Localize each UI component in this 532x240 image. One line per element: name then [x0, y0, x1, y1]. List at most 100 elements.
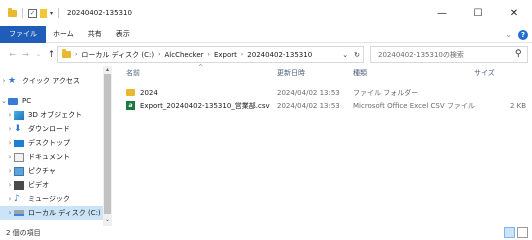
folder-icon — [8, 7, 17, 17]
folder-icon — [62, 49, 71, 58]
nav-label: ダウンロード — [28, 125, 70, 133]
chevron-right-icon[interactable]: › — [6, 125, 14, 133]
document-icon — [14, 152, 24, 162]
scroll-down-icon[interactable]: ⌄ — [103, 216, 112, 223]
chevron-right-icon[interactable]: › — [6, 195, 14, 203]
search-icon[interactable]: ⚲ — [515, 49, 522, 59]
3d-objects-icon — [14, 110, 24, 120]
back-button[interactable]: ← — [6, 50, 19, 59]
nav-scrollbar[interactable]: ▴ ⌄ — [103, 66, 112, 226]
csv-file-icon: a — [126, 101, 135, 110]
properties-icon[interactable]: ✓ — [28, 8, 37, 18]
nav-item-local-disk[interactable]: › ローカル ディスク (C:) — [0, 206, 103, 220]
column-header-type[interactable]: 種類 — [353, 66, 367, 80]
nav-item-downloads[interactable]: › ⬇ ダウンロード — [6, 122, 70, 136]
refresh-icon[interactable]: ↻ — [354, 51, 360, 59]
column-header-size[interactable]: サイズ — [474, 66, 495, 80]
nav-item-documents[interactable]: › ドキュメント — [6, 150, 70, 164]
chevron-right-icon[interactable]: › — [6, 153, 14, 161]
chevron-right-icon[interactable]: › — [6, 167, 14, 175]
scrollbar-thumb[interactable] — [104, 74, 111, 214]
customize-toolbar-icon[interactable]: ▾ — [50, 10, 53, 17]
forward-button[interactable]: → — [19, 50, 32, 59]
chevron-right-icon[interactable]: › — [6, 209, 14, 217]
nav-item-pc[interactable]: ⌄ PC — [0, 94, 31, 108]
sort-ascending-icon: ^ — [198, 64, 204, 71]
file-size: 2 KB — [510, 101, 527, 110]
star-icon: ★ — [8, 75, 17, 86]
desktop-icon — [14, 139, 24, 147]
nav-label: 3D オブジェクト — [28, 111, 83, 119]
video-icon — [14, 180, 24, 190]
download-icon: ⬇ — [14, 123, 22, 134]
folder-icon — [126, 89, 135, 96]
breadcrumb-local-disk[interactable]: ローカル ディスク (C:) — [81, 50, 154, 60]
new-folder-icon[interactable] — [40, 8, 47, 18]
file-type: ファイル フォルダー — [353, 88, 419, 97]
file-type: Microsoft Office Excel CSV ファイル — [353, 101, 475, 110]
column-header-name[interactable]: 名前 — [126, 66, 140, 80]
chevron-right-icon[interactable]: › — [241, 51, 243, 58]
divider — [58, 8, 60, 18]
column-header-modified[interactable]: 更新日時 — [277, 66, 305, 80]
chevron-right-icon[interactable]: › — [208, 51, 210, 58]
breadcrumb-export[interactable]: Export — [214, 51, 237, 59]
minimize-button[interactable]: — — [424, 0, 460, 26]
file-name-cell: a Export_20240402-135310_営業部.csv — [126, 99, 270, 112]
details-view-icon[interactable] — [504, 227, 515, 238]
chevron-right-icon[interactable]: › — [6, 111, 14, 119]
nav-label: PC — [22, 97, 32, 105]
chevron-right-icon[interactable]: › — [6, 139, 14, 147]
nav-label: ビデオ — [28, 181, 49, 189]
search-input[interactable]: 20240402-135310の検索 ⚲ — [370, 46, 528, 63]
tab-view[interactable]: 表示 — [109, 26, 137, 43]
address-bar[interactable]: › ローカル ディスク (C:) › AlcChecker › Export ›… — [57, 46, 364, 63]
nav-label: ドキュメント — [28, 153, 70, 161]
pictures-icon — [14, 166, 24, 176]
nav-label: デスクトップ — [28, 139, 70, 147]
breadcrumb-current[interactable]: 20240402-135310 — [247, 51, 312, 59]
expand-ribbon-icon[interactable]: ⌄ — [505, 30, 512, 39]
title-bar: ✓ ▾ 20240402-135310 — ☐ ✕ — [0, 0, 532, 26]
close-button[interactable]: ✕ — [496, 0, 532, 26]
item-count: 2 個の項目 — [6, 229, 41, 237]
chevron-right-icon[interactable]: › — [0, 77, 8, 85]
nav-item-videos[interactable]: › ビデオ — [6, 178, 49, 192]
chevron-right-icon[interactable]: › — [6, 181, 14, 189]
tab-file[interactable]: ファイル — [0, 25, 46, 43]
ribbon-tabs: ファイル ホーム 共有 表示 ⌄ ? — [0, 25, 532, 43]
navigation-pane: › ★ クイック アクセス ⌄ PC › 3D オブジェクト › ⬇ ダウンロー… — [0, 66, 112, 226]
nav-label: クイック アクセス — [22, 77, 80, 85]
window-title: 20240402-135310 — [67, 9, 132, 17]
search-placeholder: 20240402-135310の検索 — [378, 50, 464, 59]
nav-item-3d-objects[interactable]: › 3D オブジェクト — [6, 108, 82, 122]
chevron-down-icon[interactable]: ⌄ — [0, 97, 8, 105]
music-icon: ♪ — [14, 193, 20, 204]
nav-label: ローカル ディスク (C:) — [28, 209, 101, 217]
scroll-up-icon[interactable]: ▴ — [103, 66, 112, 73]
drive-icon — [14, 210, 24, 216]
tab-home[interactable]: ホーム — [46, 26, 81, 43]
chevron-right-icon: › — [75, 51, 78, 58]
nav-item-pictures[interactable]: › ピクチャ — [6, 164, 56, 178]
large-icons-view-icon[interactable] — [517, 227, 528, 238]
nav-label: ピクチャ — [28, 167, 56, 175]
divider — [22, 8, 23, 18]
breadcrumb-alcchecker[interactable]: AlcChecker — [164, 51, 203, 59]
maximize-button[interactable]: ☐ — [460, 0, 496, 26]
nav-item-quick-access[interactable]: › ★ クイック アクセス — [0, 74, 80, 88]
chevron-right-icon[interactable]: › — [158, 51, 160, 58]
file-modified: 2024/04/02 13:53 — [277, 88, 340, 97]
nav-item-desktop[interactable]: › デスクトップ — [6, 136, 70, 150]
file-row[interactable]: a Export_20240402-135310_営業部.csv 2024/04… — [112, 99, 532, 112]
tab-share[interactable]: 共有 — [81, 26, 109, 43]
address-dropdown-icon[interactable]: ⌄ — [342, 51, 348, 59]
help-icon[interactable]: ? — [518, 29, 528, 40]
file-name-cell: 2024 — [126, 86, 158, 99]
file-modified: 2024/04/02 13:53 — [277, 101, 340, 110]
navigation-bar: ← → ⌄ ↑ › ローカル ディスク (C:) › AlcChecker › … — [0, 44, 532, 65]
nav-item-music[interactable]: › ♪ ミュージック — [6, 192, 70, 206]
nav-label: ミュージック — [28, 195, 70, 203]
recent-locations-button[interactable]: ⌄ — [32, 51, 45, 58]
file-row[interactable]: 2024 2024/04/02 13:53 ファイル フォルダー — [112, 86, 532, 99]
